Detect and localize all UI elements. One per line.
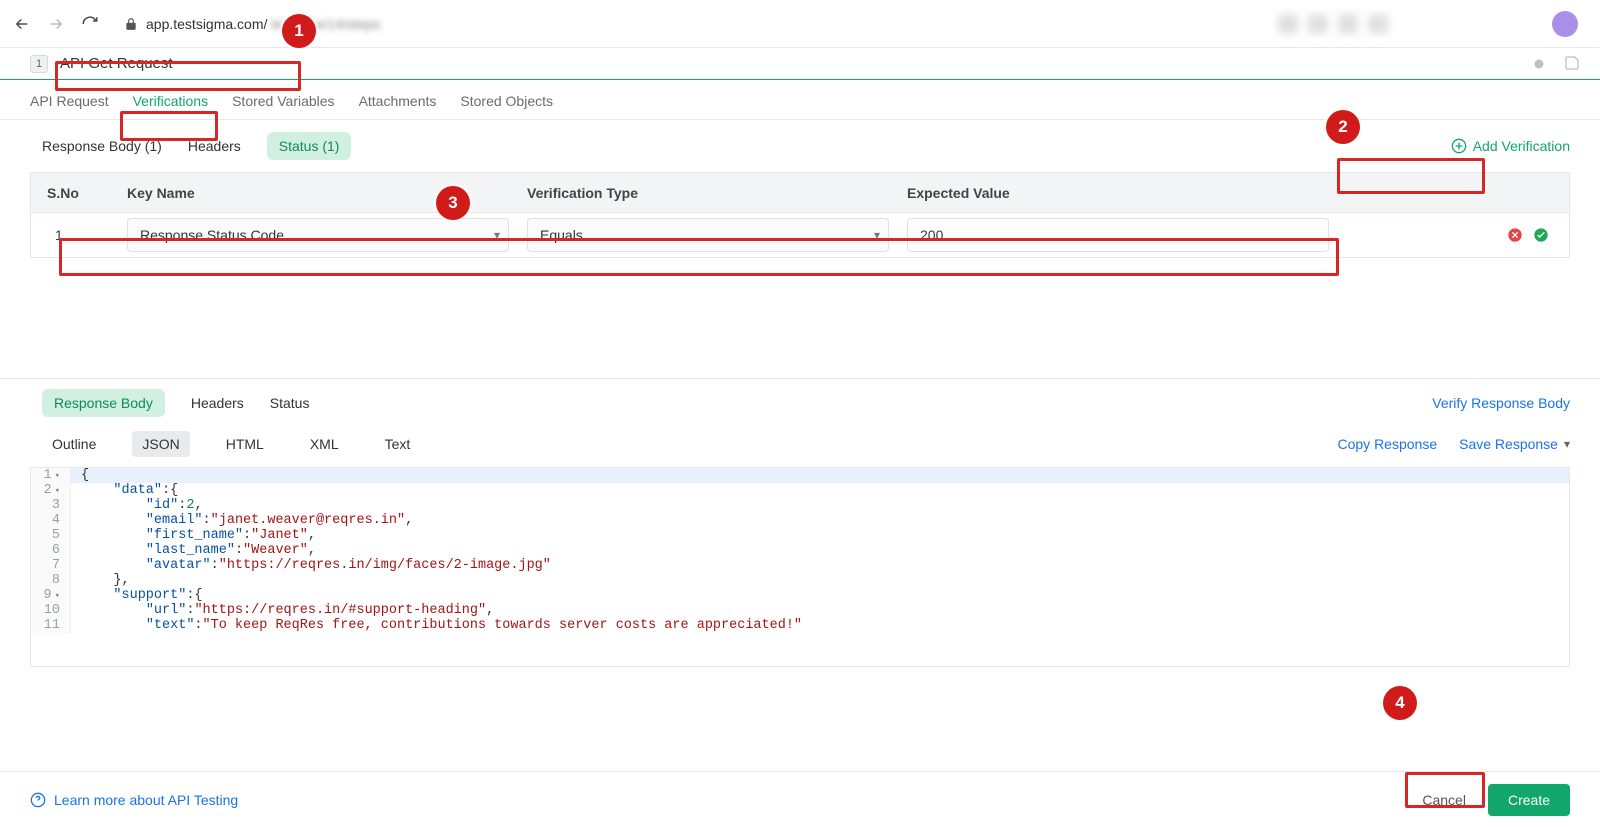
profile-avatar[interactable] (1552, 11, 1578, 37)
annotation-box-4 (1405, 772, 1485, 808)
resp-tab-headers[interactable]: Headers (191, 395, 244, 411)
th-verification-type: Verification Type (527, 185, 907, 201)
callout-4: 4 (1383, 686, 1417, 720)
code-l1: { (81, 468, 89, 483)
fmt-outline[interactable]: Outline (42, 431, 106, 457)
th-sno: S.No (47, 185, 127, 201)
verify-response-body-link[interactable]: Verify Response Body (1432, 395, 1570, 411)
annotation-box-2-tab (120, 111, 218, 141)
learn-more-label: Learn more about API Testing (54, 792, 238, 808)
confirm-row-icon[interactable] (1533, 227, 1549, 243)
annotation-box-1 (55, 61, 301, 91)
tab-stored-objects[interactable]: Stored Objects (460, 93, 553, 117)
callout-2: 2 (1326, 110, 1360, 144)
footer-bar: Learn more about API Testing Cancel Crea… (0, 771, 1600, 827)
annotation-box-2-btn (1337, 158, 1485, 194)
copy-response-link[interactable]: Copy Response (1338, 436, 1438, 452)
response-body-viewer[interactable]: 1▾{ 2▾ "data":{ 3 "id":2, 4 "email":"jan… (30, 467, 1570, 667)
notification-icon[interactable] (1530, 55, 1548, 73)
tab-stored-variables[interactable]: Stored Variables (232, 93, 334, 117)
resp-tab-body[interactable]: Response Body (42, 389, 165, 417)
back-button[interactable] (12, 15, 32, 33)
forward-button[interactable] (46, 15, 66, 33)
fmt-html[interactable]: HTML (216, 431, 274, 457)
resp-tab-status[interactable]: Status (270, 395, 310, 411)
th-expected-value: Expected Value (907, 185, 1347, 201)
add-verification-button[interactable]: Add Verification (1451, 138, 1570, 154)
response-format-tabs: Outline JSON HTML XML Text Copy Response… (0, 427, 1600, 467)
fmt-xml[interactable]: XML (300, 431, 349, 457)
step-number: 1 (30, 55, 48, 73)
browser-extensions (1278, 9, 1538, 39)
delete-row-icon[interactable] (1507, 227, 1523, 243)
callout-3: 3 (436, 186, 470, 220)
chevron-down-icon: ▾ (1564, 437, 1570, 451)
fmt-text[interactable]: Text (375, 431, 421, 457)
callout-1: 1 (282, 14, 316, 48)
tab-api-request[interactable]: API Request (30, 93, 109, 117)
save-icon[interactable] (1564, 55, 1580, 73)
tab-attachments[interactable]: Attachments (359, 93, 437, 117)
lock-icon (124, 17, 138, 31)
url-text: app.testsigma.com/testcase/14/steps (146, 16, 380, 32)
response-section-tabs: Response Body Headers Status Verify Resp… (0, 378, 1600, 427)
reload-button[interactable] (80, 15, 100, 33)
add-verification-label: Add Verification (1473, 138, 1570, 154)
browser-toolbar: app.testsigma.com/testcase/14/steps (0, 0, 1600, 48)
save-response-link[interactable]: Save Response (1459, 436, 1558, 452)
learn-more-link[interactable]: Learn more about API Testing (30, 792, 238, 808)
fmt-json[interactable]: JSON (132, 431, 189, 457)
subtab-status[interactable]: Status (1) (267, 132, 352, 160)
create-button[interactable]: Create (1488, 784, 1570, 816)
code-l2-key: "data" (113, 483, 162, 498)
annotation-box-3 (59, 238, 1339, 276)
